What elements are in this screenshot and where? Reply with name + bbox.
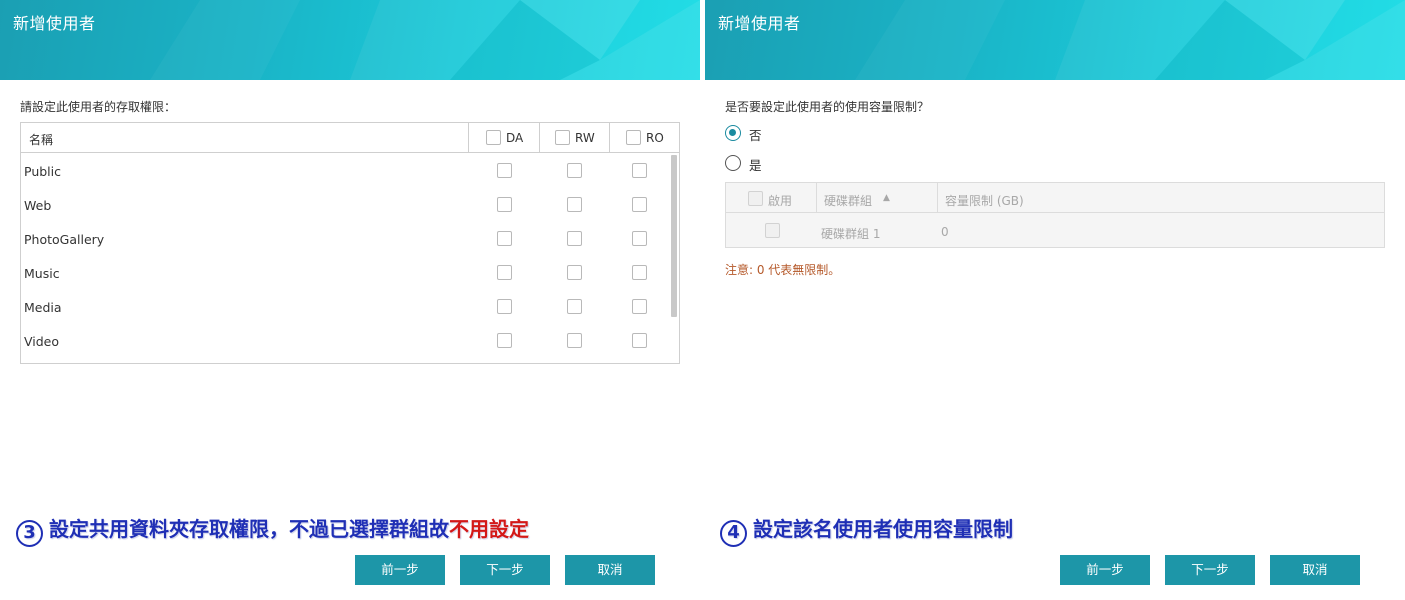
sort-ascending-icon: ▲ [883, 193, 890, 203]
col-rw-label: RW [575, 131, 595, 145]
quota-dialog: 新增使用者 [705, 0, 1405, 600]
col-ro-label: RO [646, 131, 664, 145]
table-scrollbar[interactable] [671, 155, 677, 317]
table-row: Video [21, 324, 671, 358]
caption-highlight: 不用設定 [449, 517, 529, 541]
rw-checkbox[interactable] [567, 231, 582, 246]
table-row: Media [21, 290, 671, 324]
ro-checkbox[interactable] [632, 163, 647, 178]
select-all-enable-checkbox[interactable] [748, 191, 763, 206]
table-row: Public [21, 154, 671, 188]
col-rw-header: RW [539, 123, 609, 152]
rw-checkbox[interactable] [567, 163, 582, 178]
da-checkbox[interactable] [497, 265, 512, 280]
radio-yes[interactable] [725, 155, 741, 171]
folder-name: PhotoGallery [24, 232, 105, 247]
table-row: Music [21, 256, 671, 290]
prev-button[interactable]: 前一步 [355, 555, 445, 585]
col-da-header: DA [468, 123, 539, 152]
ro-checkbox[interactable] [632, 299, 647, 314]
step-number: 3 [16, 520, 43, 547]
da-checkbox[interactable] [497, 197, 512, 212]
ro-checkbox[interactable] [632, 333, 647, 348]
prev-button[interactable]: 前一步 [1060, 555, 1150, 585]
quota-note: 注意: 0 代表無限制。 [725, 263, 841, 277]
quota-table-header: 啟用 硬碟群組 ▲ 容量限制 (GB) [726, 183, 1384, 213]
rw-checkbox[interactable] [567, 197, 582, 212]
step-number: 4 [720, 520, 747, 547]
select-all-ro-checkbox[interactable] [626, 130, 641, 145]
enable-checkbox[interactable] [765, 223, 780, 238]
permission-prompt: 請設定此使用者的存取權限： [20, 100, 177, 114]
radio-no[interactable] [725, 125, 741, 141]
folder-name: Web [24, 198, 52, 213]
select-all-da-checkbox[interactable] [486, 130, 501, 145]
header-pattern [855, 0, 1405, 80]
limit-column: 容量限制 (GB) [937, 183, 1384, 213]
cancel-button[interactable]: 取消 [565, 555, 655, 585]
group-name: 硬碟群組 1 [821, 227, 881, 241]
table-row: PhotoGallery [21, 222, 671, 256]
caption-text: 設定共用資料夾存取權限，不過已選擇群組故 [49, 517, 449, 541]
caption-text: 設定該名使用者使用容量限制 [753, 517, 1013, 541]
dialog-header: 新增使用者 [0, 0, 700, 80]
next-button[interactable]: 下一步 [1165, 555, 1255, 585]
permissions-dialog: 新增使用者 請設定此使用者的存取權限： 名稱 DA RW RO Public W… [0, 0, 700, 600]
header-pattern [150, 0, 700, 80]
da-checkbox[interactable] [497, 333, 512, 348]
folder-name: Media [24, 300, 62, 315]
dialog-title: 新增使用者 [13, 14, 96, 33]
name-column-header: 名稱 [29, 133, 54, 147]
cancel-button[interactable]: 取消 [1270, 555, 1360, 585]
table-row: 硬碟群組 1 0 [726, 214, 1384, 248]
group-column[interactable]: 硬碟群組 ▲ [816, 183, 937, 213]
ro-checkbox[interactable] [632, 231, 647, 246]
col-da-label: DA [506, 131, 524, 145]
folder-name: Video [24, 334, 60, 349]
step-caption: 3 設定共用資料夾存取權限，不過已選擇群組故不用設定 [16, 513, 529, 547]
rw-checkbox[interactable] [567, 265, 582, 280]
step-caption: 4 設定該名使用者使用容量限制 [720, 513, 1013, 547]
limit-value: 0 [941, 225, 949, 239]
da-checkbox[interactable] [497, 299, 512, 314]
group-column-header: 硬碟群組 [824, 194, 873, 208]
enable-column-header: 啟用 [768, 194, 793, 208]
permission-table-header: 名稱 DA RW RO [21, 123, 679, 153]
dialog-header: 新增使用者 [705, 0, 1405, 80]
permission-table: 名稱 DA RW RO Public Web PhotoGallery Musi… [20, 122, 680, 364]
limit-column-header: 容量限制 (GB) [945, 194, 1024, 208]
folder-name: Music [24, 266, 60, 281]
rw-checkbox[interactable] [567, 333, 582, 348]
col-ro-header: RO [609, 123, 679, 152]
quota-prompt: 是否要設定此使用者的使用容量限制？ [725, 100, 930, 114]
option-yes-label: 是 [749, 158, 762, 173]
ro-checkbox[interactable] [632, 197, 647, 212]
option-no-label: 否 [749, 128, 762, 143]
da-checkbox[interactable] [497, 163, 512, 178]
ro-checkbox[interactable] [632, 265, 647, 280]
dialog-title: 新增使用者 [718, 14, 801, 33]
da-checkbox[interactable] [497, 231, 512, 246]
quota-table: 啟用 硬碟群組 ▲ 容量限制 (GB) 硬碟群組 1 0 [725, 182, 1385, 248]
table-row: Web [21, 188, 671, 222]
folder-name: Public [24, 164, 61, 179]
next-button[interactable]: 下一步 [460, 555, 550, 585]
select-all-rw-checkbox[interactable] [555, 130, 570, 145]
rw-checkbox[interactable] [567, 299, 582, 314]
